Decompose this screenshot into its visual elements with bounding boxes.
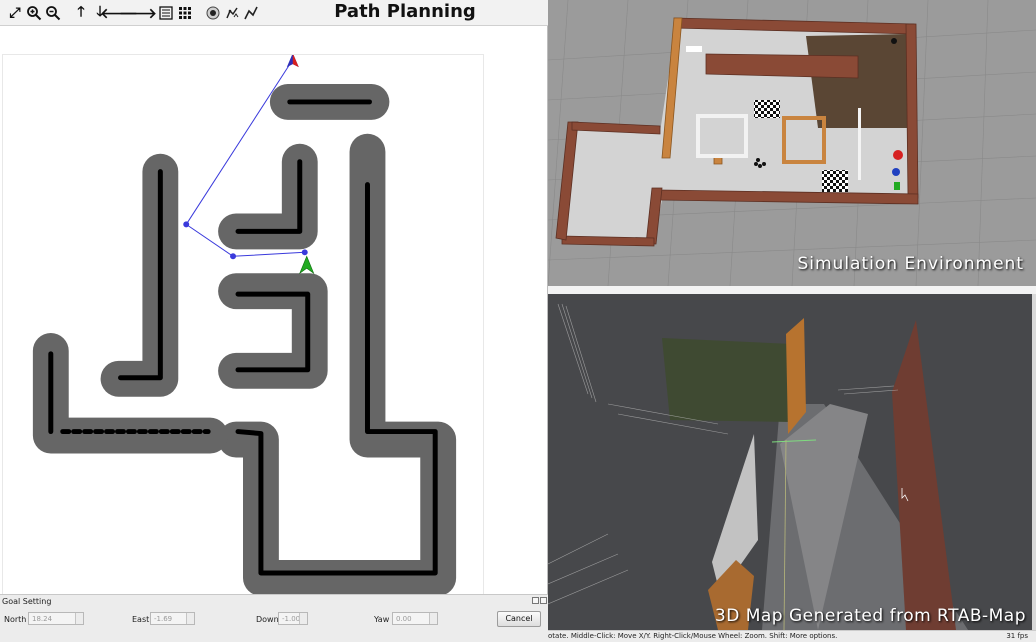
map-scrollbar[interactable]	[1032, 294, 1036, 630]
map-caption: 3D Map Generated from RTAB-Map	[714, 606, 1026, 626]
cancel-button[interactable]: Cancel	[497, 611, 541, 627]
yaw-spinner-icon[interactable]	[429, 613, 437, 624]
pan-right-icon[interactable]: 🡒	[119, 4, 157, 22]
occupancy-map[interactable]	[2, 54, 484, 598]
yaw-field[interactable]: 0.00	[392, 612, 438, 625]
rtabmap-3d-view[interactable]: 3D Map Generated from RTAB-Map	[548, 294, 1032, 630]
point-cloud-scene	[548, 303, 968, 630]
fit-view-icon[interactable]: ⤢	[6, 4, 24, 22]
down-value: -1.00	[282, 615, 301, 623]
page-title: Path Planning	[334, 1, 476, 22]
map-status-bar: otate. Middle-Click: Move X/Y. Right-Cli…	[548, 630, 1036, 642]
goal-point-icon[interactable]	[204, 4, 222, 22]
path-planning-panel: ⤢ 🡑 🡓 🡐 🡒 Path Planning Goal Setting Nor…	[0, 0, 548, 642]
robot-icon[interactable]	[223, 4, 241, 22]
list-icon[interactable]	[157, 4, 175, 22]
pan-up-icon[interactable]: 🡑	[72, 4, 90, 22]
fps-readout: 31 fps	[1006, 632, 1028, 640]
goal-setting-panel: Goal Setting North 18.24 East -1.69 Down…	[0, 594, 548, 642]
view-divider	[548, 286, 1036, 294]
goal-setting-title: Goal Setting	[2, 597, 52, 606]
east-label: East	[132, 615, 150, 624]
green-wall	[662, 338, 792, 422]
float-panel-icon[interactable]	[532, 597, 539, 604]
zoom-in-icon[interactable]	[25, 4, 43, 22]
pole	[858, 108, 861, 180]
down-spinner-icon[interactable]	[299, 613, 307, 624]
yaw-value: 0.00	[396, 615, 412, 623]
path-icon[interactable]	[242, 4, 260, 22]
down-label: Down	[256, 615, 279, 624]
yaw-label: Yaw	[374, 615, 390, 624]
goal-marker	[286, 55, 299, 68]
east-value: -1.69	[154, 615, 173, 623]
status-help-text: otate. Middle-Click: Move X/Y. Right-Cli…	[548, 632, 838, 640]
north-label: North	[4, 615, 27, 624]
checkerboard-upper	[754, 100, 780, 118]
obstacle-inflation	[32, 84, 457, 596]
simulation-scene	[548, 0, 1036, 286]
east-spinner-icon[interactable]	[186, 613, 194, 624]
north-spinner-icon[interactable]	[75, 613, 83, 624]
grid-icon[interactable]	[176, 4, 194, 22]
north-value: 18.24	[32, 615, 53, 623]
planner-toolbar: ⤢ 🡑 🡓 🡐 🡒 Path Planning	[0, 0, 548, 26]
checkerboard-lower	[822, 170, 848, 192]
light-icon	[686, 46, 702, 52]
close-panel-icon[interactable]	[540, 597, 547, 604]
east-field[interactable]: -1.69	[150, 612, 195, 625]
north-field[interactable]: 18.24	[28, 612, 84, 625]
simulation-view[interactable]: Simulation Environment	[548, 0, 1036, 286]
down-field[interactable]: -1.00	[278, 612, 308, 625]
robot-marker	[299, 255, 315, 275]
zoom-out-icon[interactable]	[44, 4, 62, 22]
simulation-caption: Simulation Environment	[797, 254, 1024, 274]
